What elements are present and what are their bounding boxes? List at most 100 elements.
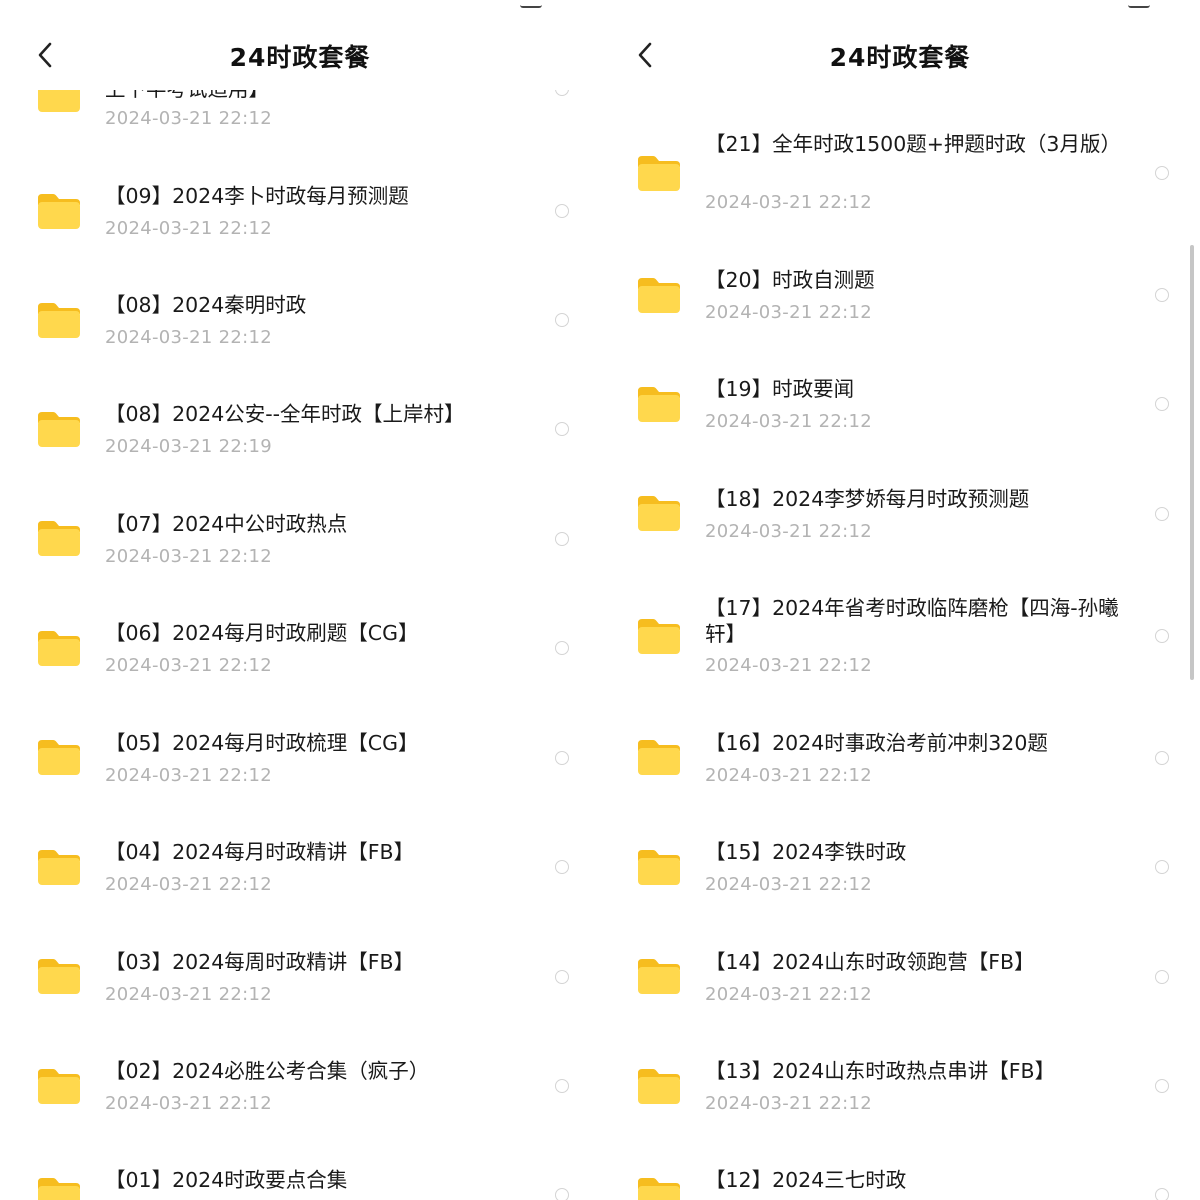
folder-date: 2024-03-21 22:19 <box>105 436 273 457</box>
folder-date: 2024-03-21 22:12 <box>105 655 273 676</box>
folder-icon <box>38 1069 80 1104</box>
folder-icon <box>38 959 80 994</box>
folder-name: 【21】全年时政1500题+押题时政（3月版） <box>705 132 1121 156</box>
folder-name: 【12】2024三七时政 <box>705 1168 907 1192</box>
folder-date: 2024-03-21 22:12 <box>105 874 273 895</box>
folder-icon-wrap <box>36 1066 82 1106</box>
folder-date: 2024-03-21 22:12 <box>105 765 273 786</box>
select-radio[interactable] <box>555 1079 569 1093</box>
select-radio[interactable] <box>1155 970 1169 984</box>
select-radio[interactable] <box>555 751 569 765</box>
select-radio[interactable] <box>1155 629 1169 643</box>
folder-icon-wrap <box>36 628 82 668</box>
folder-name: 【08】2024秦明时政 <box>105 293 307 317</box>
folder-icon-wrap <box>636 616 682 656</box>
select-radio[interactable] <box>555 204 569 218</box>
folder-name: 【09】2024李卜时政每月预测题 <box>105 184 409 208</box>
folder-icon-wrap <box>636 1175 682 1200</box>
folder-icon-wrap <box>636 956 682 996</box>
folder-icon <box>638 278 680 313</box>
select-radio[interactable] <box>555 532 569 546</box>
folder-icon <box>38 303 80 338</box>
select-radio[interactable] <box>555 970 569 984</box>
folder-icon-wrap <box>636 153 682 193</box>
select-radio[interactable] <box>1155 751 1169 765</box>
folder-name: 【20】时政自测题 <box>705 268 875 292</box>
select-radio[interactable] <box>555 860 569 874</box>
folder-date: 2024-03-21 22:12 <box>705 411 873 432</box>
folder-icon-wrap <box>36 737 82 777</box>
folder-name: 【02】2024必胜公考合集（疯子） <box>105 1059 430 1083</box>
select-radio[interactable] <box>1155 166 1169 180</box>
folder-date: 2024-03-21 22:12 <box>705 1093 873 1114</box>
folder-name: 【04】2024每月时政精讲【FB】 <box>105 840 415 864</box>
select-radio[interactable] <box>1155 1079 1169 1093</box>
split-screenshot: 上下半考试适用】2024-03-21 22:12 【09】2024李卜时政每月预… <box>0 0 1200 1200</box>
folder-icon-wrap <box>36 518 82 558</box>
scrollbar[interactable] <box>1190 245 1194 680</box>
folder-icon-wrap <box>36 409 82 449</box>
page-title: 24时政套餐 <box>229 43 371 72</box>
select-radio[interactable] <box>555 641 569 655</box>
folder-icon-wrap <box>36 300 82 340</box>
folder-name: 【07】2024中公时政热点 <box>105 512 348 536</box>
folder-name: 【13】2024山东时政热点串讲【FB】 <box>705 1059 1056 1083</box>
folder-date: 2024-03-21 22:12 <box>705 984 873 1005</box>
select-radio[interactable] <box>555 313 569 327</box>
folder-name: 【06】2024每月时政刷题【CG】 <box>105 621 419 645</box>
folder-date: 2024-03-21 22:12 <box>705 655 873 676</box>
folder-icon <box>638 959 680 994</box>
folder-date: 2024-03-21 22:12 <box>105 1093 273 1114</box>
select-radio[interactable] <box>555 1188 569 1200</box>
folder-icon <box>638 496 680 531</box>
folder-name: 【01】2024时政要点合集 <box>105 1168 348 1192</box>
folder-icon <box>638 1069 680 1104</box>
folder-name: 【19】时政要闻 <box>705 377 855 401</box>
folder-icon <box>38 521 80 556</box>
page-title: 24时政套餐 <box>829 43 971 72</box>
folder-icon-wrap <box>36 847 82 887</box>
folder-name: 【15】2024李铁时政 <box>705 840 907 864</box>
folder-icon <box>38 740 80 775</box>
folder-icon <box>638 619 680 654</box>
folder-name: 【16】2024时事政治考前冲刺320题 <box>705 731 1048 755</box>
select-radio[interactable] <box>1155 288 1169 302</box>
folder-icon <box>38 850 80 885</box>
folder-icon-wrap <box>636 275 682 315</box>
folder-icon-wrap <box>636 1066 682 1106</box>
select-radio[interactable] <box>1155 860 1169 874</box>
folder-icon <box>638 1178 680 1200</box>
folder-icon-wrap <box>636 847 682 887</box>
folder-date: 2024-03-21 22:12 <box>105 218 273 239</box>
folder-date: 2024-03-21 22:12 <box>705 192 873 213</box>
folder-name: 【18】2024李梦娇每月时政预测题 <box>705 487 1030 511</box>
select-radio[interactable] <box>1155 397 1169 411</box>
folder-date: 2024-03-21 22:12 <box>105 546 273 567</box>
folder-icon-wrap <box>636 737 682 777</box>
folder-icon-wrap <box>36 956 82 996</box>
folder-date: 2024-03-21 22:12 <box>105 108 273 129</box>
right-screen: 【21】全年时政1500题+押题时政（3月版） 2024-03-21 22:12 … <box>600 0 1200 1200</box>
folder-icon-wrap <box>636 493 682 533</box>
select-radio[interactable] <box>1155 507 1169 521</box>
folder-date: 2024-03-21 22:12 <box>105 327 273 348</box>
folder-name: 【17】2024年省考时政临阵磨枪【四海-孙曦轩】 <box>705 596 1119 646</box>
select-radio[interactable] <box>555 422 569 436</box>
folder-icon <box>38 1178 80 1200</box>
status-bar-fragment <box>520 0 542 8</box>
folder-icon-wrap <box>36 1175 82 1200</box>
folder-icon <box>638 156 680 191</box>
folder-icon <box>638 850 680 885</box>
folder-date: 2024-03-21 22:12 <box>705 765 873 786</box>
folder-icon <box>38 631 80 666</box>
folder-name: 【14】2024山东时政领跑营【FB】 <box>705 950 1035 974</box>
folder-name: 【05】2024每月时政梳理【CG】 <box>105 731 419 755</box>
left-screen: 上下半考试适用】2024-03-21 22:12 【09】2024李卜时政每月预… <box>0 0 600 1200</box>
status-bar-fragment <box>1128 0 1150 8</box>
select-radio[interactable] <box>1155 1188 1169 1200</box>
folder-icon <box>638 387 680 422</box>
folder-name: 【03】2024每周时政精讲【FB】 <box>105 950 415 974</box>
folder-icon <box>638 740 680 775</box>
folder-icon-wrap <box>636 384 682 424</box>
folder-name: 【08】2024公安--全年时政【上岸村】 <box>105 402 465 426</box>
